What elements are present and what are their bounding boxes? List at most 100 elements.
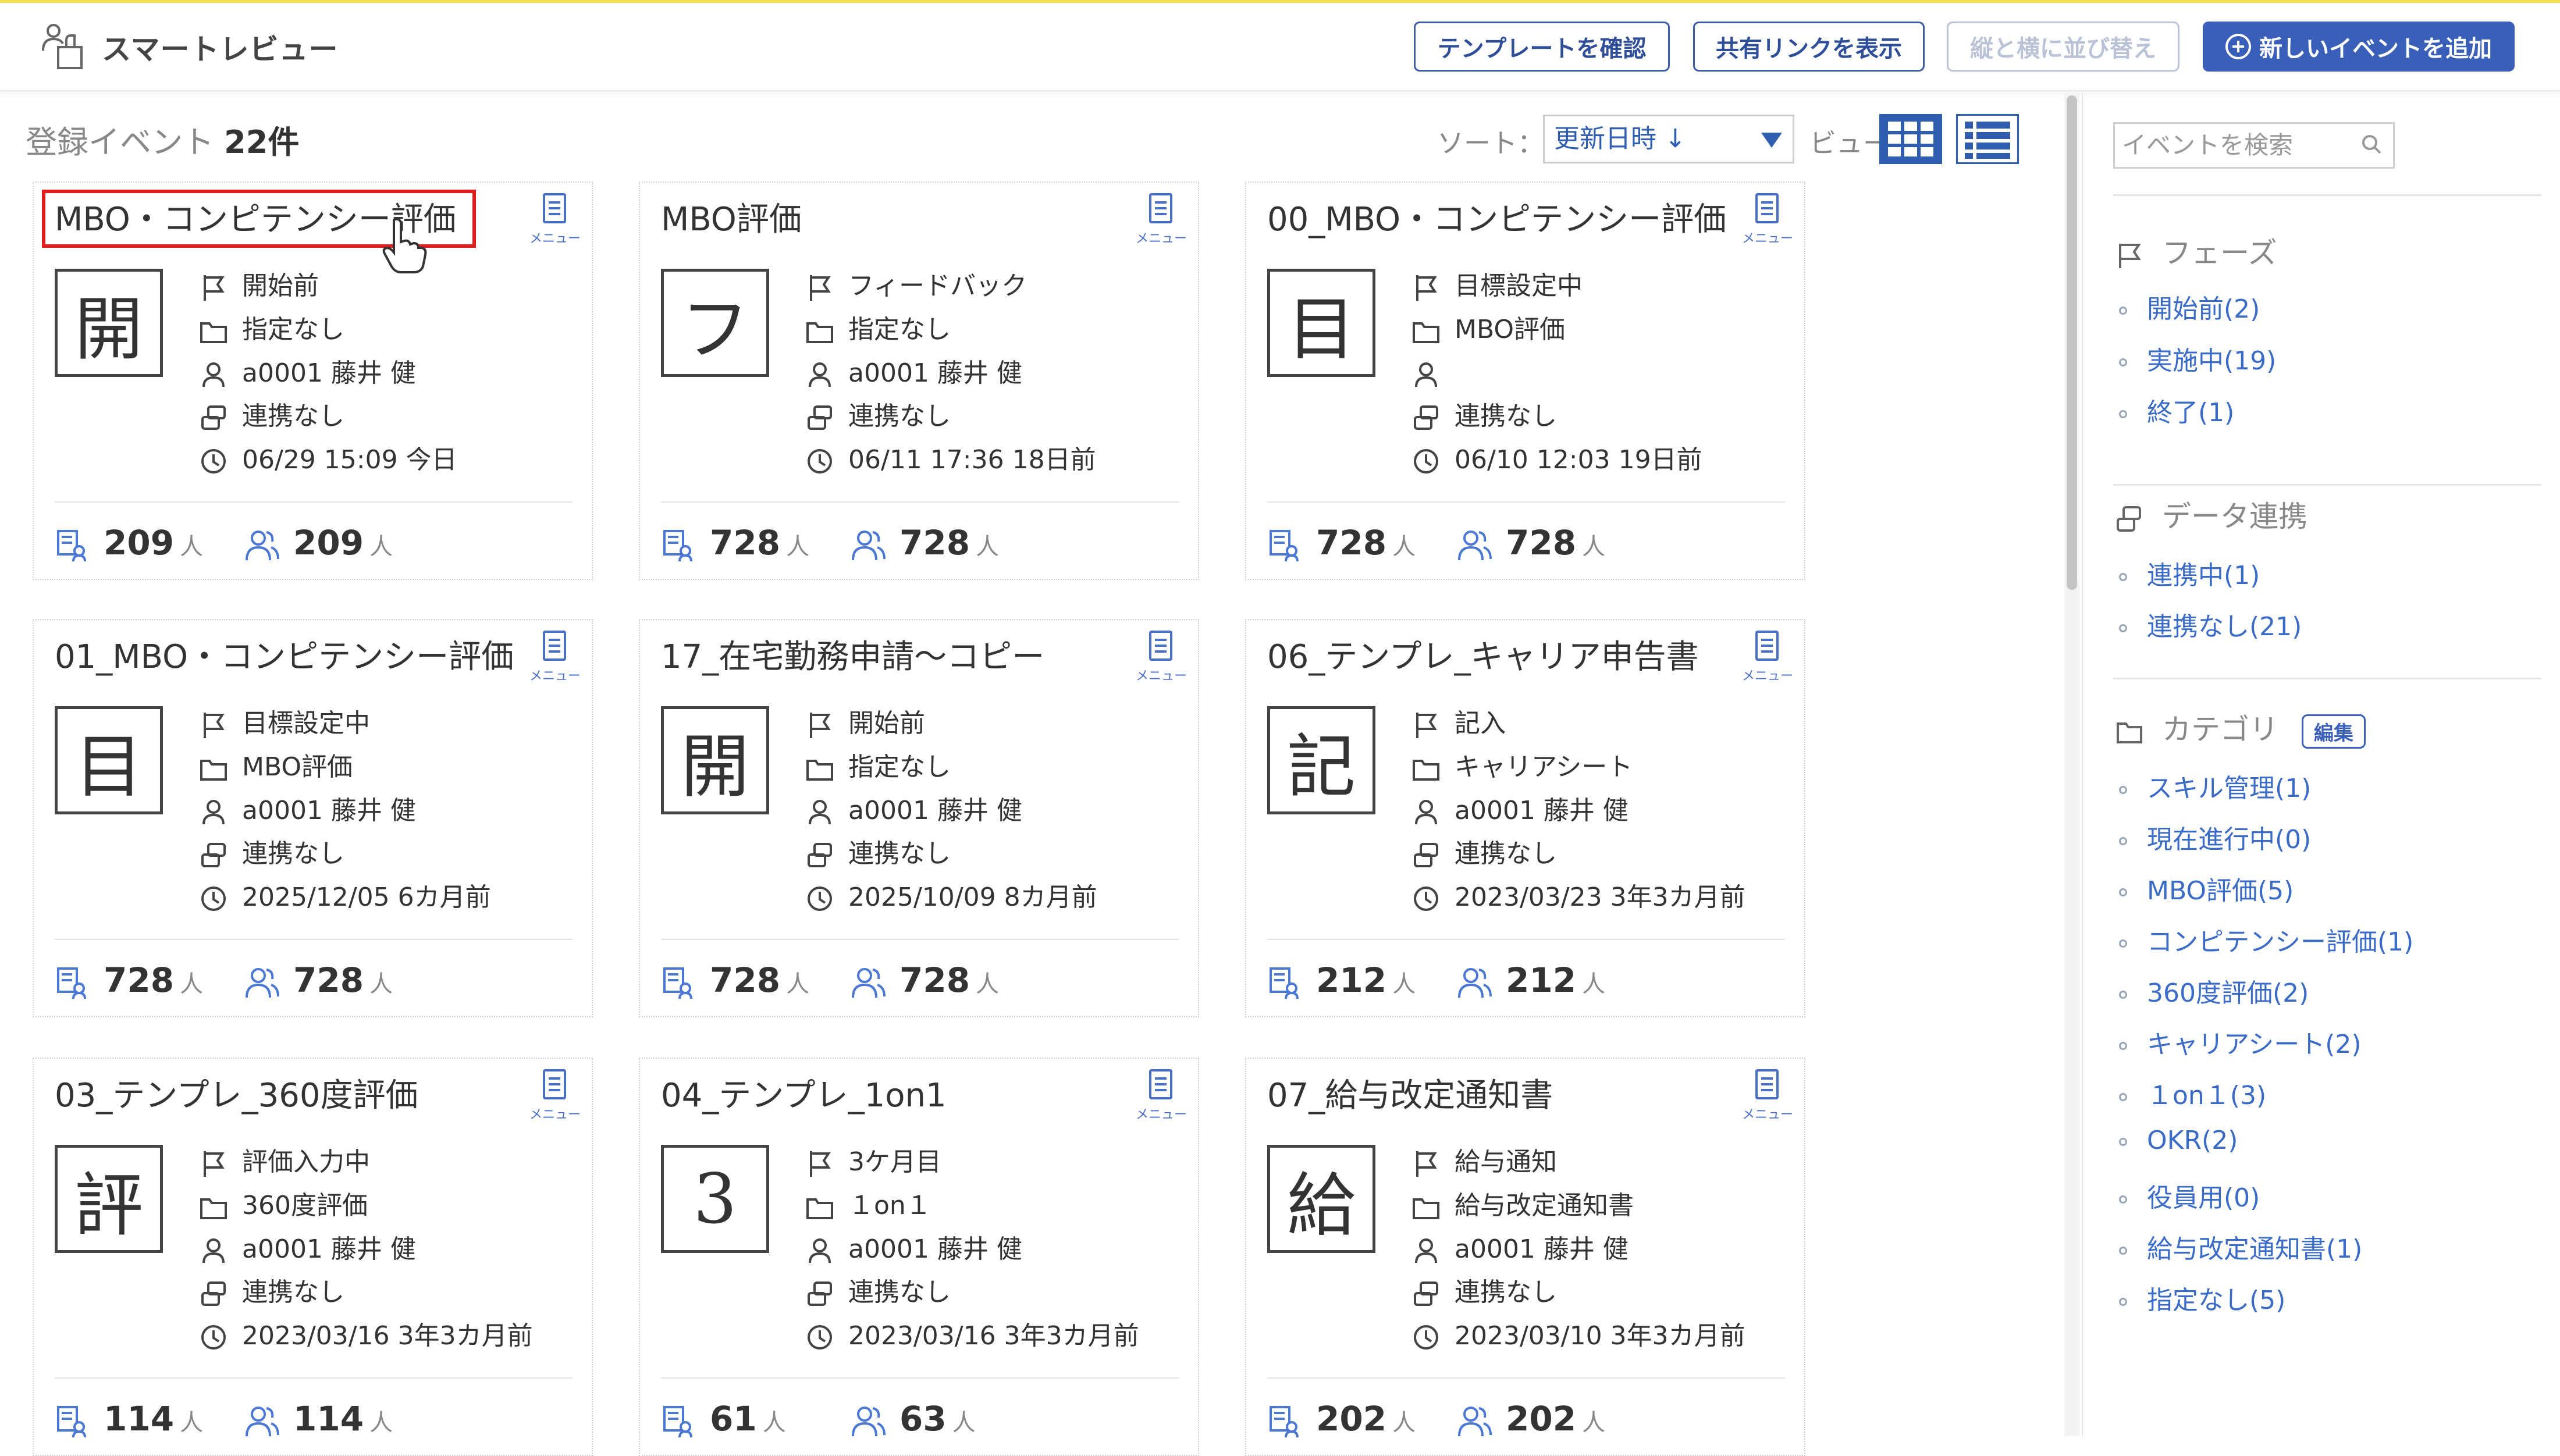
scrollbar-thumb[interactable]: [2067, 95, 2077, 590]
card-divider: [55, 939, 573, 940]
category-filter-item[interactable]: MBO評価(5): [2119, 870, 2294, 907]
event-card[interactable]: 04_テンプレ_1on1 メニュー 3 3ケ月目 １on１ a0001 藤井 健連携なし…: [639, 1058, 1199, 1456]
list-view-button[interactable]: [1956, 114, 2019, 164]
event-card[interactable]: MBO評価 メニューフ フィードバック 指定なし a0001 藤井 健連携なし 06/1…: [639, 181, 1199, 580]
card-title[interactable]: 17_在宅勤務申請～コピー: [661, 631, 1044, 678]
card-menu-button[interactable]: メニュー: [529, 1069, 581, 1127]
card-owner: [1411, 356, 1455, 391]
sort-select-value: 更新日時 ↓: [1554, 124, 1686, 154]
data-link-title-text: データ連携: [2162, 500, 2307, 533]
card-title[interactable]: 06_テンプレ_キャリア申告書: [1267, 631, 1699, 678]
card-data-link: 連携なし: [1411, 836, 1557, 871]
card-menu-button[interactable]: メニュー: [1741, 1069, 1794, 1127]
card-category-text: 360度評価: [242, 1191, 368, 1220]
card-title[interactable]: 07_給与改定通知書: [1267, 1069, 1553, 1116]
card-title[interactable]: 03_テンプレ_360度評価: [55, 1069, 418, 1116]
flag-icon: [199, 1149, 228, 1178]
card-menu-button[interactable]: メニュー: [1135, 1069, 1187, 1127]
unit-label: 人: [1392, 533, 1416, 560]
card-title[interactable]: 04_テンプレ_1on1: [661, 1069, 947, 1116]
card-target-count: 212 人: [1267, 960, 1416, 1000]
phase-filter-item[interactable]: 終了(1): [2119, 391, 2234, 429]
event-search-input[interactable]: イベントを検索: [2113, 122, 2395, 169]
category-filter-item[interactable]: キャリアシート(2): [2119, 1023, 2362, 1060]
event-card[interactable]: 06_テンプレ_キャリア申告書 メニュー記 記入 キャリアシート a0001 藤井 健…: [1245, 619, 1805, 1017]
card-owner: a0001 藤井 健: [199, 793, 416, 828]
card-menu-button[interactable]: メニュー: [529, 631, 581, 689]
event-card[interactable]: 17_在宅勤務申請～コピー メニュー開 開始前 指定なし a0001 藤井 健連携なし…: [639, 619, 1199, 1017]
clock-icon: [805, 447, 834, 476]
view-template-button[interactable]: テンプレートを確認: [1414, 22, 1670, 72]
card-menu-button[interactable]: メニュー: [1741, 193, 1794, 251]
document-menu-icon: [1149, 193, 1172, 223]
card-menu-button[interactable]: メニュー: [1135, 193, 1187, 251]
card-title[interactable]: MBO評価: [661, 193, 802, 240]
event-card[interactable]: 03_テンプレ_360度評価 メニュー評 評価入力中 360度評価 a0001 藤井 …: [33, 1058, 593, 1456]
flag-icon: [199, 710, 228, 739]
card-phase-text: 評価入力中: [242, 1147, 370, 1177]
card-phase: 評価入力中: [199, 1145, 370, 1180]
phase-filter-item[interactable]: 実施中(19): [2119, 340, 2276, 377]
phase-filter-item[interactable]: 開始前(2): [2119, 288, 2260, 325]
reviewer-count-value: 114: [293, 1399, 364, 1439]
category-filter-item[interactable]: 役員用(0): [2119, 1177, 2260, 1214]
card-category-text: MBO評価: [242, 752, 353, 782]
card-phase: 開始前: [805, 706, 925, 741]
unit-label: 人: [976, 971, 1000, 998]
category-filter-item[interactable]: コンピテンシー評価(1): [2119, 921, 2413, 958]
card-title[interactable]: 01_MBO・コンピテンシー評価: [55, 631, 514, 678]
category-filter-item[interactable]: 現在進行中(0): [2119, 818, 2311, 856]
add-event-button[interactable]: 新しいイベントを追加: [2203, 22, 2515, 72]
target-count-value: 212: [1316, 960, 1387, 1000]
category-filter-item[interactable]: スキル管理(1): [2119, 767, 2311, 804]
category-filter-item[interactable]: 指定なし(5): [2119, 1279, 2285, 1316]
event-card[interactable]: 07_給与改定通知書 メニュー給 給与通知 給与改定通知書 a0001 藤井 健連携な…: [1245, 1058, 1805, 1456]
event-card[interactable]: 00_MBO・コンピテンシー評価 メニュー目 目標設定中 MBO評価 連携なし 06/1…: [1245, 181, 1805, 580]
card-category-text: １on１: [848, 1191, 931, 1220]
card-menu-button[interactable]: メニュー: [529, 193, 581, 251]
category-filter-item[interactable]: 給与改定通知書(1): [2119, 1228, 2362, 1265]
link-icon: [2117, 505, 2141, 532]
card-reviewer-count: 728 人: [1457, 523, 1605, 563]
edit-category-button[interactable]: 編集: [2301, 714, 2366, 749]
data-link-filter-item[interactable]: 連携なし(21): [2119, 606, 2302, 643]
data-link-filter-item[interactable]: 連携中(1): [2119, 554, 2260, 592]
card-menu-label: メニュー: [529, 232, 581, 246]
card-category-text: キャリアシート: [1455, 752, 1633, 782]
category-filter-item[interactable]: OKR(2): [2119, 1126, 2238, 1155]
reorder-button[interactable]: 縦と横に並び替え: [1947, 22, 2179, 72]
sort-label: ソート：: [1437, 127, 1544, 159]
sidebar-separator: [2113, 194, 2541, 196]
card-phase-text: 開始前: [242, 271, 319, 301]
card-owner: a0001 藤井 健: [805, 356, 1022, 391]
card-category: 指定なし: [199, 312, 344, 347]
card-target-count: 728 人: [1267, 523, 1416, 563]
card-category: キャリアシート: [1411, 750, 1633, 785]
folder-icon: [199, 754, 228, 783]
card-data-link: 連携なし: [805, 399, 951, 434]
link-icon: [805, 403, 834, 432]
card-reviewer-count: 212 人: [1457, 960, 1605, 1000]
category-filter-item[interactable]: 360度評価(2): [2119, 972, 2309, 1009]
app-title: スマートレビュー: [102, 33, 339, 66]
search-icon[interactable]: [2360, 133, 2383, 156]
card-category-text: 給与改定通知書: [1455, 1191, 1634, 1220]
flag-icon: [805, 273, 834, 302]
card-title[interactable]: 00_MBO・コンピテンシー評価: [1267, 193, 1726, 240]
card-data-link-text: 連携なし: [1455, 839, 1557, 868]
add-event-label: 新しいイベントを追加: [2259, 35, 2492, 62]
phase-symbol: フ: [661, 269, 769, 377]
card-reviewer-count: 114 人: [244, 1399, 393, 1439]
show-share-link-button[interactable]: 共有リンクを表示: [1693, 22, 1925, 72]
card-menu-label: メニュー: [1135, 669, 1187, 683]
sort-select[interactable]: 更新日時 ↓: [1543, 115, 1794, 163]
target-count-value: 728: [104, 960, 175, 1000]
event-count-value: 22件: [224, 124, 300, 161]
card-menu-button[interactable]: メニュー: [1135, 631, 1187, 689]
grid-view-button[interactable]: [1879, 114, 1942, 164]
event-card[interactable]: 01_MBO・コンピテンシー評価 メニュー目 目標設定中 MBO評価 a0001 藤井…: [33, 619, 593, 1017]
target-count-value: 728: [710, 960, 781, 1000]
card-menu-button[interactable]: メニュー: [1741, 631, 1794, 689]
category-filter-item[interactable]: １on１(3): [2119, 1074, 2266, 1112]
card-phase-text: 開始前: [848, 709, 925, 738]
